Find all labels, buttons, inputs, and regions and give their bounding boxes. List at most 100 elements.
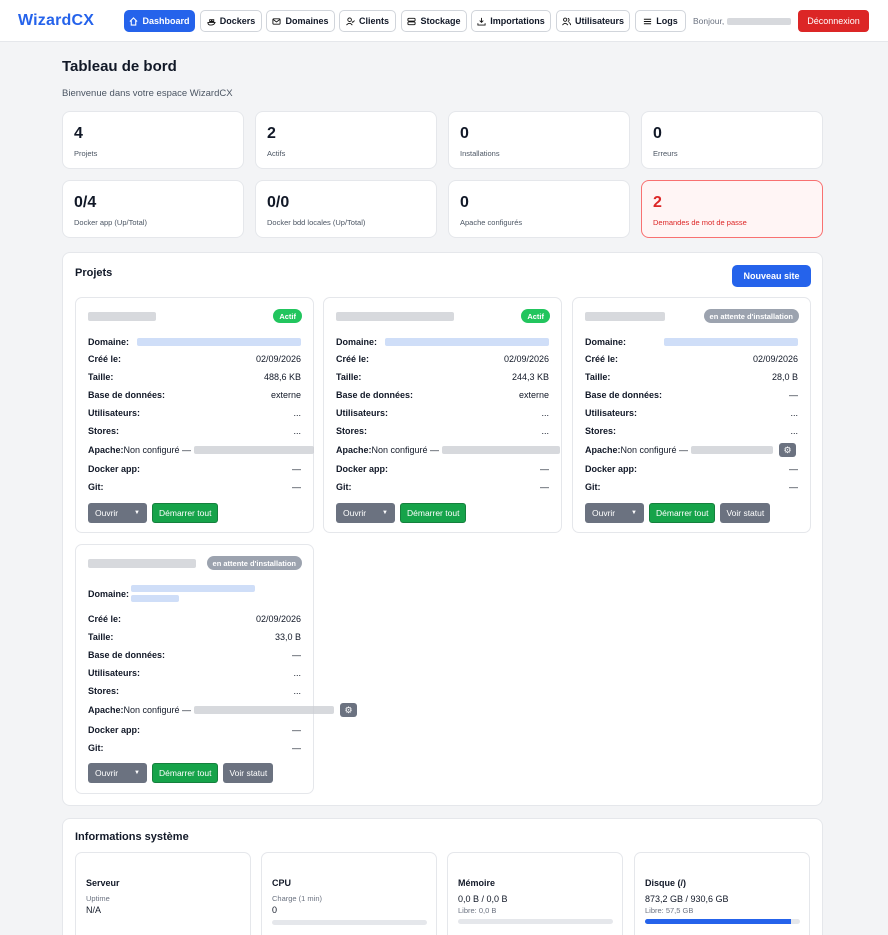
nav-logs[interactable]: Logs: [635, 10, 686, 32]
field-label: Créé le:: [336, 354, 370, 364]
stat-card-password-requests[interactable]: 2 Demandes de mot de passe: [641, 180, 823, 238]
card-actions: Ouvrir ▼ Démarrer tout Voir statut: [585, 503, 771, 523]
open-dropdown-button[interactable]: Ouvrir ▼: [336, 503, 395, 523]
field-label: Base de données:: [585, 390, 663, 400]
field-value: ...: [541, 408, 549, 418]
projects-title: Projets: [75, 267, 113, 279]
caret-down-icon: ▼: [134, 770, 140, 776]
field-label: Utilisateurs:: [88, 408, 141, 418]
brand-logo[interactable]: WizardCX: [18, 12, 94, 30]
field-value: 02/09/2026: [255, 354, 301, 364]
field-label: Utilisateurs:: [585, 408, 638, 418]
nav-utilisateurs[interactable]: Utilisateurs: [556, 10, 630, 32]
nav-label: Dashboard: [142, 16, 190, 26]
project-name[interactable]: [585, 312, 665, 321]
field-size: Taille: 244,3 KB: [336, 371, 549, 383]
system-card-sub: Charge (1 min): [272, 894, 323, 903]
disk-progress-bar: [645, 919, 800, 924]
new-site-button[interactable]: Nouveau site: [732, 265, 811, 287]
field-database: Base de données: externe: [88, 389, 301, 401]
view-status-button[interactable]: Voir statut: [720, 503, 771, 523]
field-label: Taille:: [88, 632, 114, 642]
status-badge: en attente d'installation: [703, 309, 799, 323]
start-all-button[interactable]: Démarrer tout: [152, 763, 219, 783]
greeting-text: Bonjour,: [693, 16, 725, 26]
view-status-button[interactable]: Voir statut: [223, 763, 274, 783]
field-domain: Domaine:: [88, 336, 301, 348]
field-apache: Apache: Non configuré —: [88, 444, 327, 456]
top-nav: WizardCX Dashboard Dockers Domaines Clie…: [0, 0, 888, 42]
project-card: Actif Domaine: Créé le: 02/09/2026 Taille…: [75, 297, 315, 533]
button-label: Ouvrir: [343, 508, 367, 518]
stat-card-apache: 0 Apache configurés: [448, 180, 630, 238]
system-card-value: 873,2 GB / 930,6 GB: [645, 894, 729, 904]
logout-button[interactable]: Déconnexion: [798, 10, 869, 32]
stat-value: 0: [460, 125, 469, 142]
redacted-domain[interactable]: [137, 338, 301, 346]
field-value: —: [292, 743, 301, 753]
field-value: 488,6 KB: [263, 372, 301, 382]
project-card: en attente d'installation Domaine: Créé …: [75, 544, 358, 794]
start-all-button[interactable]: Démarrer tout: [400, 503, 467, 523]
field-label: Domaine:: [88, 589, 130, 599]
field-size: Taille: 488,6 KB: [88, 371, 301, 383]
start-all-button[interactable]: Démarrer tout: [152, 503, 219, 523]
field-docker: Docker app: —: [88, 463, 301, 475]
cpu-progress-bar: [272, 920, 427, 925]
system-title: Informations système: [75, 831, 189, 843]
nav-dockers[interactable]: Dockers: [200, 10, 262, 32]
docker-icon: [207, 18, 216, 26]
gear-icon[interactable]: ⚙: [340, 703, 358, 717]
redacted-domain[interactable]: [385, 338, 549, 346]
open-dropdown-button[interactable]: Ouvrir ▼: [585, 503, 644, 523]
nav-stockage[interactable]: Stockage: [401, 10, 467, 32]
redacted-domain[interactable]: [131, 585, 301, 602]
system-card-value: 0: [272, 905, 278, 915]
open-dropdown-button[interactable]: Ouvrir ▼: [88, 763, 147, 783]
nav-domaines[interactable]: Domaines: [266, 10, 335, 32]
button-label: Ouvrir: [95, 768, 119, 778]
redacted-apache-host: [194, 706, 335, 714]
field-stores: Stores:...: [336, 425, 549, 437]
user-check-icon: [346, 16, 355, 25]
nav-clients[interactable]: Clients: [339, 10, 396, 32]
stat-label: Actifs: [267, 149, 286, 158]
nav-dashboard[interactable]: Dashboard: [124, 10, 195, 32]
field-apache: Apache: Non configuré —: [336, 444, 575, 456]
nav-label: Stockage: [420, 16, 461, 26]
field-label: Docker app:: [88, 725, 141, 735]
status-badge: Actif: [521, 309, 550, 323]
system-card-title: Mémoire: [458, 878, 496, 888]
stat-card-docker-db: 0/0 Docker bdd locales (Up/Total): [255, 180, 437, 238]
system-card-cpu: CPU Charge (1 min) 0: [261, 852, 437, 935]
nav-importations[interactable]: Importations: [471, 10, 551, 32]
stat-card-installations: 0 Installations: [448, 111, 630, 169]
field-domain: Domaine:: [585, 336, 798, 348]
field-label: Base de données:: [88, 650, 166, 660]
stat-value: 2: [653, 194, 662, 211]
start-all-button[interactable]: Démarrer tout: [649, 503, 716, 523]
stat-label: Installations: [460, 149, 500, 158]
field-domain: Domaine:: [336, 336, 549, 348]
field-value: ...: [790, 408, 798, 418]
project-name[interactable]: [88, 312, 156, 321]
project-name[interactable]: [336, 312, 454, 321]
redacted-domain[interactable]: [664, 338, 798, 346]
project-name[interactable]: [88, 559, 196, 568]
field-stores: Stores:...: [88, 685, 301, 697]
field-label: Apache:: [88, 445, 124, 455]
card-actions: Ouvrir ▼ Démarrer tout Voir statut: [88, 763, 274, 783]
open-dropdown-button[interactable]: Ouvrir ▼: [88, 503, 147, 523]
home-icon: [130, 16, 138, 26]
gear-icon[interactable]: ⚙: [779, 443, 797, 457]
field-database: Base de données: —: [88, 649, 301, 661]
system-card-sub: Uptime: [86, 894, 110, 903]
nav-label: Logs: [656, 16, 678, 26]
field-value: Non configuré —: [123, 705, 192, 715]
field-label: Stores:: [585, 426, 617, 436]
field-label: Domaine:: [585, 337, 627, 347]
field-label: Apache:: [336, 445, 372, 455]
card-actions: Ouvrir ▼ Démarrer tout: [88, 503, 219, 523]
field-value: —: [540, 464, 549, 474]
field-git: Git: —: [336, 481, 549, 493]
